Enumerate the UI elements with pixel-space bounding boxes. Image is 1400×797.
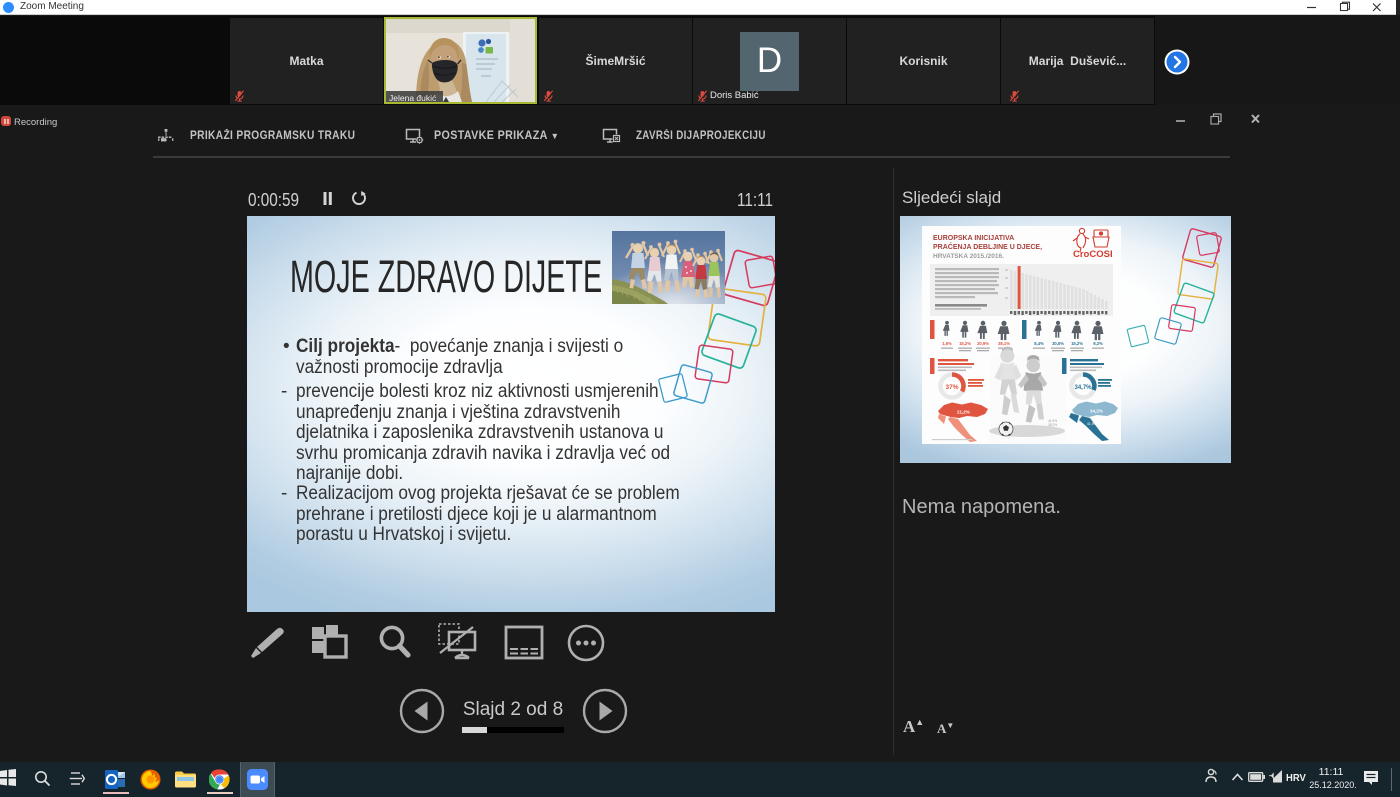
- svg-text:37%: 37%: [945, 384, 958, 391]
- svg-text:HRVATSKA 2015./2016.: HRVATSKA 2015./2016.: [933, 253, 1004, 260]
- svg-text:34,2%: 34,2%: [1090, 409, 1103, 414]
- svg-text:Jelena đukić: Jelena đukić: [389, 93, 437, 102]
- svg-text:41,9%: 41,9%: [1087, 422, 1097, 426]
- svg-text:PRAĆENJA DEBLJINE U DJECE,: PRAĆENJA DEBLJINE U DJECE,: [933, 242, 1042, 251]
- svg-text:21,2%: 21,2%: [957, 410, 970, 415]
- svg-text:9,2%: 9,2%: [1093, 341, 1103, 346]
- svg-text:20,9%: 20,9%: [977, 341, 989, 346]
- svg-text:EUROPSKA INICIJATIVA: EUROPSKA INICIJATIVA: [933, 235, 1014, 242]
- svg-text:30,5%: 30,5%: [1052, 341, 1064, 346]
- svg-text:15,2%: 15,2%: [1071, 341, 1083, 346]
- svg-text:CroCOSI: CroCOSI: [1073, 249, 1113, 260]
- svg-text:1,6%: 1,6%: [942, 341, 952, 346]
- svg-text:35,2%: 35,2%: [1048, 423, 1057, 427]
- svg-text:8,4%: 8,4%: [1034, 341, 1044, 346]
- svg-text:15,2%: 15,2%: [959, 341, 971, 346]
- svg-text:34,7%: 34,7%: [1074, 385, 1092, 391]
- svg-text:38,1%: 38,1%: [998, 341, 1010, 346]
